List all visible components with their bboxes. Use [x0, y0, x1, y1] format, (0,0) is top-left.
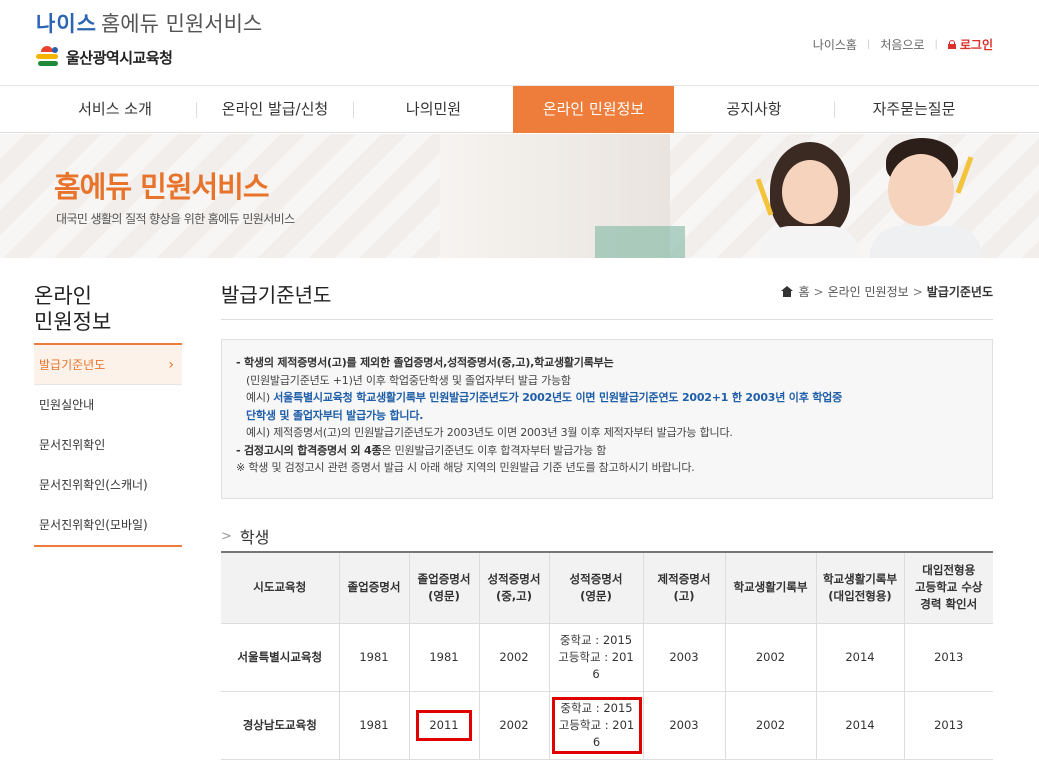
table-header: 성적증명서 (영문)	[548, 552, 644, 624]
notice-example-highlight: 서울특별시교육청 학교생활기록부 민원발급기준년도가 2002년도 이면 민원발…	[273, 391, 843, 404]
util-divider: |	[866, 39, 871, 50]
sidebar-item-issue-year[interactable]: 발급기준년도 ›	[34, 345, 182, 385]
nav-service-intro[interactable]: 서비스 소개	[34, 86, 196, 133]
table-cell: 2013	[903, 622, 993, 692]
table-header: 학교생활기록부	[724, 552, 817, 624]
issue-year-table: 시도교육청 졸업증명서 졸업증명서 (영문) 성적증명서 (중,고) 성적증명서 (영…	[221, 551, 993, 760]
office-logo[interactable]: 울산광역시교육청	[36, 46, 173, 68]
home-icon[interactable]	[781, 286, 794, 297]
nav-faq[interactable]: 자주묻는질문	[835, 86, 993, 133]
logo-service-text: 홈에듀 민원서비스	[100, 12, 263, 36]
breadcrumb: 홈 > 온라인 민원정보 > 발급기준년도	[781, 283, 993, 300]
section-title: > 학생	[221, 524, 269, 548]
table-row: 경상남도교육청 1981 2011 2002 중학교 : 2015 고등학교 : …	[221, 690, 993, 760]
table-header: 졸업증명서 (영문)	[408, 552, 480, 624]
notice-example-line: 예시) 서울특별시교육청 학교생활기록부 민원발급기준년도가 2002년도 이면…	[236, 389, 978, 407]
table-cell: 2003	[642, 690, 726, 760]
breadcrumb-section[interactable]: 온라인 민원정보	[828, 283, 909, 300]
table-cell: 2002	[478, 690, 550, 760]
table-cell: 1981	[408, 622, 480, 692]
sidebar-item-doc-verify-scanner[interactable]: 문서진위확인(스캐너)	[34, 465, 182, 505]
notice-bold-text: - 검정고시의 합격증명서 외 4종	[236, 443, 382, 457]
table-cell: 중학교 : 2015 고등학교 : 201 6	[548, 622, 644, 692]
table-cell: 2011	[408, 690, 480, 760]
hero-banner: 홈에듀 민원서비스 대국민 생활의 질적 향상을 위한 홈에듀 민원서비스	[0, 134, 1039, 258]
notice-example-prefix: 예시)	[246, 391, 270, 404]
table-cell: 2002	[478, 622, 550, 692]
sidebar-bottom-line	[34, 545, 182, 547]
util-home-link[interactable]: 처음으로	[880, 36, 924, 53]
breadcrumb-separator: >	[813, 284, 824, 299]
table-cell: 2013	[903, 690, 993, 760]
table-header-row: 시도교육청 졸업증명서 졸업증명서 (영문) 성적증명서 (중,고) 성적증명서 (영…	[221, 552, 993, 624]
util-divider: |	[934, 39, 938, 50]
main-nav: 서비스 소개 온라인 발급/신청 나의민원 온라인 민원정보 공지사항 자주묻는…	[0, 85, 1039, 133]
breadcrumb-current: 발급기준년도	[926, 285, 993, 299]
sidebar-item-label: 문서진위확인(모바일)	[39, 518, 148, 532]
sidebar-title-line1: 온라인	[34, 284, 92, 308]
table-cell: 1981	[338, 690, 410, 760]
notice-box: - 학생의 제적증명서(고)를 제외한 졸업증명서,성적증명서(중,고),학교생…	[221, 339, 993, 499]
login-label: 로그인	[959, 38, 993, 52]
notice-line: 예시) 제적증명서(고)의 민원발급기준년도가 2003년도 이면 2003년 …	[246, 426, 733, 439]
notice-line: - 학생의 제적증명서(고)를 제외한 졸업증명서,성적증명서(중,고),학교생…	[236, 356, 614, 369]
table-cell: 중학교 : 2015 고등학교 : 201 6	[548, 690, 644, 760]
notice-line: - 검정고시의 합격증명서 외 4종은 민원발급기준년도 이후 합격자부터 발급…	[236, 442, 978, 460]
nav-my-requests[interactable]: 나의민원	[354, 86, 513, 133]
table-cell: 2002	[724, 622, 817, 692]
table-header: 성적증명서 (중,고)	[478, 552, 550, 624]
notice-line: ※ 학생 및 검정고시 관련 증명서 발급 시 아래 해당 지역의 민원발급 기…	[236, 461, 695, 474]
header: 나이스 홈에듀 민원서비스 울산광역시교육청 나이스홈 | 처음으로 | 로그인	[0, 0, 1039, 85]
site-logo[interactable]: 나이스 홈에듀 민원서비스	[36, 8, 262, 38]
breadcrumb-home[interactable]: 홈	[798, 283, 809, 300]
sidebar-item-doc-verify[interactable]: 문서진위확인	[34, 425, 182, 465]
sidebar-item-label: 문서진위확인	[39, 438, 106, 452]
table-cell: 2014	[815, 690, 905, 760]
banner-title: 홈에듀 민원서비스	[54, 170, 270, 204]
table-row: 서울특별시교육청 1981 1981 2002 중학교 : 2015 고등학교 :…	[221, 622, 993, 692]
table-cell: 2002	[724, 690, 817, 760]
notice-line: 단학생 및 졸업자부터 발급가능 합니다.	[246, 408, 424, 422]
table-cell-region: 경상남도교육청	[221, 690, 340, 760]
table-cell: 2014	[815, 622, 905, 692]
nav-notice[interactable]: 공지사항	[674, 86, 834, 133]
section-title-text: 학생	[239, 528, 270, 547]
table-cell-region: 서울특별시교육청	[221, 622, 340, 692]
office-emblem-icon	[36, 46, 60, 68]
table-cell: 1981	[338, 622, 410, 692]
table-header: 학교생활기록부 (대입전형용)	[815, 552, 905, 624]
sidebar-title-line2: 민원정보	[34, 310, 112, 334]
util-neis-home-link[interactable]: 나이스홈	[813, 36, 857, 53]
chevron-right-icon: ›	[168, 357, 174, 373]
sidebar-menu: 발급기준년도 › 민원실안내 문서진위확인 문서진위확인(스캐너) 문서진위확인…	[34, 343, 182, 545]
table-header: 졸업증명서	[338, 552, 410, 624]
breadcrumb-separator: >	[912, 284, 923, 299]
highlight-box: 2011	[416, 709, 472, 741]
title-divider	[221, 319, 993, 320]
lock-icon	[947, 40, 956, 49]
sidebar-item-label: 민원실안내	[39, 398, 95, 412]
sidebar-item-office-guide[interactable]: 민원실안내	[34, 385, 182, 425]
login-link[interactable]: 로그인	[947, 36, 993, 53]
table-header: 시도교육청	[221, 552, 340, 624]
logo-neis-text: 나이스	[36, 12, 97, 36]
nav-online-info[interactable]: 온라인 민원정보	[513, 86, 674, 133]
table-header: 제적증명서 (고)	[642, 552, 726, 624]
sidebar-item-label: 문서진위확인(스캐너)	[39, 478, 148, 492]
table-header: 대입전형용 고등학교 수상 경력 확인서	[903, 552, 993, 624]
office-name: 울산광역시교육청	[66, 48, 173, 67]
table-cell: 2003	[642, 622, 726, 692]
sidebar-item-label: 발급기준년도	[39, 358, 106, 372]
sidebar-title: 온라인 민원정보	[34, 283, 111, 335]
page-title: 발급기준년도	[221, 283, 332, 307]
nav-online-issue[interactable]: 온라인 발급/신청	[197, 86, 353, 133]
notice-line: (민원발급기준년도 +1)년 이후 학업중단학생 및 졸업자부터 발급 가능함	[246, 373, 571, 387]
notice-text: 은 민원발급기준년도 이후 합격자부터 발급가능 함	[381, 443, 607, 457]
chevron-right-icon: >	[221, 528, 232, 544]
util-menu: 나이스홈 | 처음으로 | 로그인	[813, 36, 993, 53]
highlight-box: 중학교 : 2015 고등학교 : 201 6	[551, 696, 642, 754]
sidebar-item-doc-verify-mobile[interactable]: 문서진위확인(모바일)	[34, 505, 182, 545]
banner-subtitle: 대국민 생활의 질적 향상을 위한 홈에듀 민원서비스	[56, 212, 295, 226]
